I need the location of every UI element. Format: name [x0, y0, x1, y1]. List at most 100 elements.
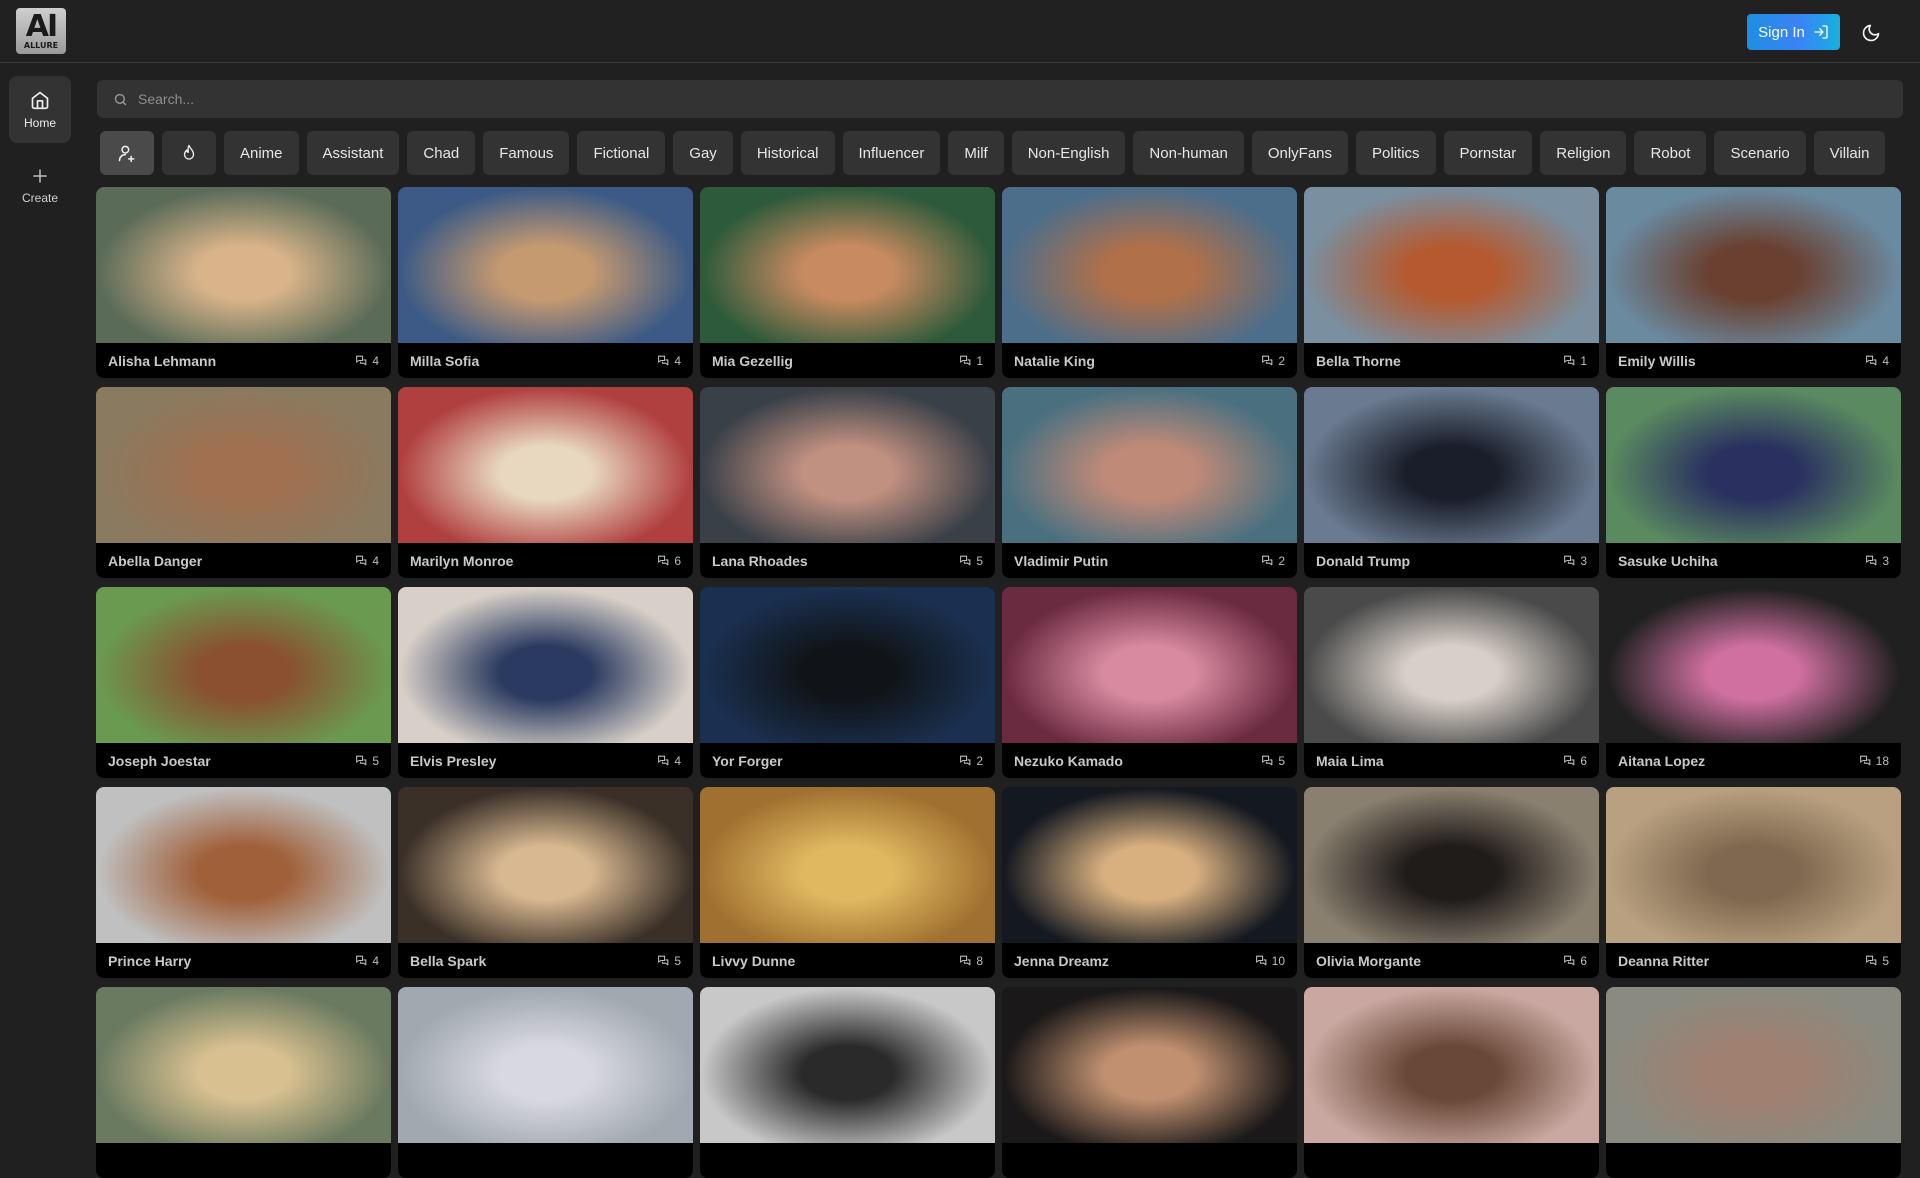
chat-count-value: 3 [1882, 553, 1889, 568]
character-name: Lana Rhoades [712, 552, 808, 569]
filter-chip-non-human[interactable]: Non-human [1133, 131, 1244, 175]
character-card[interactable]: Emily Willis 4 [1606, 187, 1901, 378]
filter-new-characters[interactable] [100, 131, 154, 175]
filter-chip-politics[interactable]: Politics [1356, 131, 1436, 175]
chat-count-value: 4 [1882, 353, 1889, 368]
character-card[interactable]: Aitana Lopez 18 [1606, 587, 1901, 778]
character-card[interactable]: Nezuko Kamado 5 [1002, 587, 1297, 778]
filter-chip-pornstar[interactable]: Pornstar [1443, 131, 1533, 175]
character-card[interactable]: Vladimir Putin 2 [1002, 387, 1297, 578]
filter-chip-onlyfans[interactable]: OnlyFans [1251, 131, 1349, 175]
search-input[interactable] [138, 91, 1838, 107]
character-card-footer: Olivia Morgante 6 [1304, 943, 1599, 978]
character-card-footer: Lana Rhoades 5 [700, 543, 995, 578]
character-avatar-image [1606, 587, 1901, 743]
character-avatar-image [700, 387, 995, 543]
chat-bubbles-icon [960, 555, 971, 566]
filter-chip-robot[interactable]: Robot [1634, 131, 1707, 175]
theme-toggle-button[interactable] [1858, 20, 1884, 46]
chat-bubbles-icon [1262, 355, 1273, 366]
filter-chip-gay[interactable]: Gay [673, 131, 733, 175]
character-card[interactable] [1606, 987, 1901, 1178]
chat-count-value: 6 [1580, 953, 1587, 968]
character-card[interactable]: Olivia Morgante 6 [1304, 787, 1599, 978]
filter-chip-assistant[interactable]: Assistant [306, 131, 400, 175]
sidebar-item-home[interactable]: Home [9, 76, 71, 143]
chat-bubbles-icon [960, 755, 971, 766]
character-card[interactable]: Jenna Dreamz 10 [1002, 787, 1297, 978]
character-name: Bella Thorne [1316, 352, 1401, 369]
character-card[interactable]: Marilyn Monroe 6 [398, 387, 693, 578]
character-card[interactable]: Deanna Ritter 5 [1606, 787, 1901, 978]
character-avatar-image [1606, 987, 1901, 1143]
sidebar-item-create[interactable]: Create [9, 152, 71, 219]
filter-chip-famous[interactable]: Famous [483, 131, 570, 175]
character-avatar-image [398, 987, 693, 1143]
filter-chip-religion[interactable]: Religion [1540, 131, 1627, 175]
character-card[interactable]: Mia Gezellig 1 [700, 187, 995, 378]
character-card[interactable] [700, 987, 995, 1178]
character-card[interactable]: Yor Forger 2 [700, 587, 995, 778]
character-card[interactable] [1304, 987, 1599, 1178]
character-avatar-image [1002, 187, 1297, 343]
character-card[interactable]: Bella Spark 5 [398, 787, 693, 978]
character-card[interactable]: Sasuke Uchiha 3 [1606, 387, 1901, 578]
character-card[interactable]: Livvy Dunne 8 [700, 787, 995, 978]
chat-bubbles-icon [658, 955, 669, 966]
character-card[interactable]: Abella Danger 4 [96, 387, 391, 578]
character-card[interactable] [398, 987, 693, 1178]
character-avatar-image [1304, 587, 1599, 743]
chat-bubbles-icon [1262, 555, 1273, 566]
sign-in-button[interactable]: Sign In [1747, 14, 1840, 50]
filter-chip-chad[interactable]: Chad [407, 131, 476, 175]
character-name: Nezuko Kamado [1014, 752, 1123, 769]
character-card[interactable]: Elvis Presley 4 [398, 587, 693, 778]
character-card[interactable]: Milla Sofia 4 [398, 187, 693, 378]
filter-chip-influencer[interactable]: Influencer [842, 131, 941, 175]
character-card[interactable]: Prince Harry 4 [96, 787, 391, 978]
chat-count-value: 4 [674, 753, 681, 768]
character-name: Maia Lima [1316, 752, 1384, 769]
character-card-footer: Marilyn Monroe 6 [398, 543, 693, 578]
character-avatar-image [1304, 387, 1599, 543]
filter-chip-fictional[interactable]: Fictional [577, 131, 666, 175]
character-avatar-image [1304, 787, 1599, 943]
character-grid: Alisha Lehmann 4 Milla Sofia 4 Mia Gezellig 1… [96, 187, 1904, 1178]
character-card[interactable]: Alisha Lehmann 4 [96, 187, 391, 378]
filter-chip-villain[interactable]: Villain [1813, 131, 1886, 175]
chat-count-value: 5 [1278, 753, 1285, 768]
filter-chip-non-english[interactable]: Non-English [1011, 131, 1126, 175]
chat-count-value: 1 [1580, 353, 1587, 368]
filter-chip-anime[interactable]: Anime [224, 131, 299, 175]
character-card[interactable]: Bella Thorne 1 [1304, 187, 1599, 378]
chat-count-value: 18 [1875, 753, 1889, 768]
chat-count: 5 [1865, 954, 1889, 968]
character-card[interactable]: Lana Rhoades 5 [700, 387, 995, 578]
character-card[interactable]: Joseph Joestar 5 [96, 587, 391, 778]
character-card[interactable]: Maia Lima 6 [1304, 587, 1599, 778]
chat-bubbles-icon [1866, 955, 1877, 966]
search-bar [97, 80, 1903, 118]
character-card[interactable]: Donald Trump 3 [1304, 387, 1599, 578]
filter-chip-scenario[interactable]: Scenario [1714, 131, 1806, 175]
character-card-footer: Emily Willis 4 [1606, 343, 1901, 378]
filter-chip-milf[interactable]: Milf [948, 131, 1004, 175]
logo-subtext: ALLURE [23, 40, 59, 50]
character-avatar-image [1002, 987, 1297, 1143]
character-card[interactable] [1002, 987, 1297, 1178]
character-card-footer: Milla Sofia 4 [398, 343, 693, 378]
chat-bubbles-icon [1262, 755, 1273, 766]
character-avatar-image [96, 587, 391, 743]
chat-bubbles-icon [1564, 955, 1575, 966]
character-card-footer: Alisha Lehmann 4 [96, 343, 391, 378]
character-card[interactable] [96, 987, 391, 1178]
character-card[interactable]: Natalie King 2 [1002, 187, 1297, 378]
filter-chip-historical[interactable]: Historical [740, 131, 835, 175]
filter-trending[interactable] [162, 131, 216, 175]
character-name: Abella Danger [108, 552, 203, 569]
character-avatar-image [96, 387, 391, 543]
allure-logo[interactable]: AI ALLURE [16, 8, 66, 54]
character-name: Emily Willis [1618, 352, 1696, 369]
chat-count: 4 [657, 754, 681, 768]
chat-count-value: 6 [674, 553, 681, 568]
